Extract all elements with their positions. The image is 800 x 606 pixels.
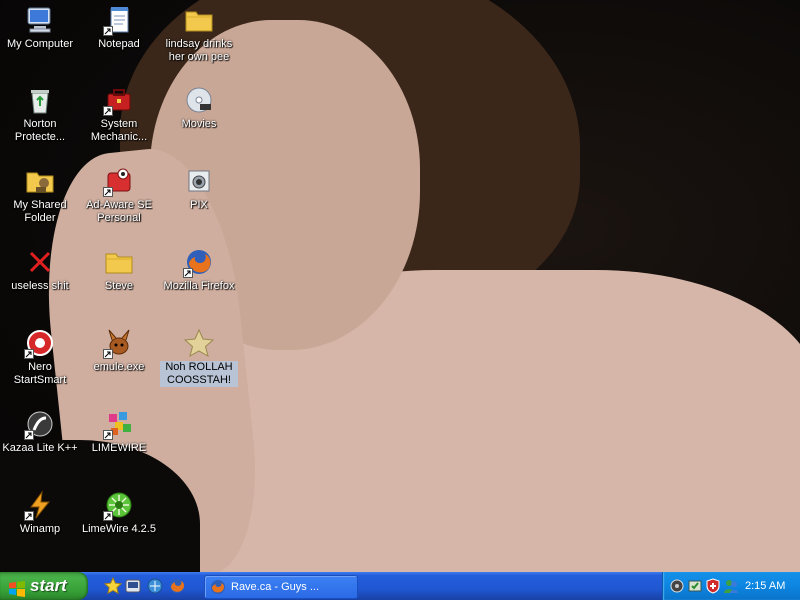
desktop-icon-label: useless shit bbox=[11, 280, 69, 292]
desktop-icon-notepad[interactable]: Notepad bbox=[80, 4, 158, 51]
desktop-icon-label: My Computer bbox=[6, 38, 74, 50]
shared-folder-icon bbox=[24, 165, 56, 197]
desktop-icon-norton[interactable]: Norton Protecte... bbox=[1, 84, 79, 144]
desktop-icon-winamp[interactable]: Winamp bbox=[1, 489, 79, 536]
desktop-icon-shared-folder[interactable]: My Shared Folder bbox=[1, 165, 79, 225]
shortcut-arrow-icon bbox=[24, 511, 34, 521]
folder-icon bbox=[183, 4, 215, 36]
desktop-icon-label: emule.exe bbox=[93, 361, 145, 373]
nero-icon bbox=[24, 327, 56, 359]
shield-icon[interactable] bbox=[705, 578, 721, 594]
start-label: start bbox=[30, 576, 67, 595]
folder-icon bbox=[103, 246, 135, 278]
windows-logo-icon bbox=[8, 578, 26, 597]
quicklaunch-media-icon[interactable] bbox=[124, 577, 142, 595]
desktop[interactable]: My Computer Norton Protecte... My Shared… bbox=[0, 0, 800, 572]
shortcut-arrow-icon bbox=[24, 430, 34, 440]
desktop-icon-label: Winamp bbox=[19, 523, 61, 535]
desktop-icon-label: Nero StartSmart bbox=[13, 361, 67, 386]
emule-icon bbox=[103, 327, 135, 359]
quicklaunch-ie-icon[interactable] bbox=[146, 577, 164, 595]
messenger-icon[interactable] bbox=[723, 578, 739, 594]
desktop-icon-system-mechanic[interactable]: System Mechanic... bbox=[80, 84, 158, 144]
computer-icon bbox=[24, 4, 56, 36]
taskbar: start Rave.ca - Guys ... 2:15 AM bbox=[0, 572, 800, 600]
desktop-icon-pix[interactable]: PIX bbox=[160, 165, 238, 212]
kazaa-icon bbox=[24, 408, 56, 440]
shortcut-arrow-icon bbox=[103, 349, 113, 359]
toolbox-icon bbox=[103, 84, 135, 116]
desktop-icon-label: LimeWire 4.2.5 bbox=[82, 523, 156, 535]
desktop-icon-kazaa[interactable]: Kazaa Lite K++ bbox=[1, 408, 79, 455]
desktop-icon-label: Ad-Aware SE Personal bbox=[86, 199, 152, 224]
desktop-icon-label: Mozilla Firefox bbox=[163, 280, 235, 292]
desktop-icon-label: LIMEWIRE bbox=[91, 442, 147, 454]
shortcut-arrow-icon bbox=[103, 106, 113, 116]
antivirus-icon[interactable] bbox=[687, 578, 703, 594]
desktop-icon-adaware[interactable]: Ad-Aware SE Personal bbox=[80, 165, 158, 225]
adaware-icon bbox=[103, 165, 135, 197]
winamp-icon bbox=[24, 489, 56, 521]
shortcut-arrow-icon bbox=[103, 430, 113, 440]
quicklaunch-star-icon[interactable] bbox=[104, 577, 122, 595]
desktop-icon-label: Kazaa Lite K++ bbox=[2, 442, 78, 454]
desktop-icon-my-computer[interactable]: My Computer bbox=[1, 4, 79, 51]
network-icon[interactable] bbox=[669, 578, 685, 594]
shortcut-arrow-icon bbox=[103, 187, 113, 197]
system-tray: 2:15 AM bbox=[662, 572, 800, 600]
desktop-icon-movies[interactable]: Movies bbox=[160, 84, 238, 131]
star-icon bbox=[183, 327, 215, 359]
quicklaunch-firefox-icon[interactable] bbox=[168, 577, 186, 595]
dvd-icon bbox=[183, 84, 215, 116]
camera-icon bbox=[183, 165, 215, 197]
desktop-icon-label: System Mechanic... bbox=[90, 118, 148, 143]
desktop-icon-nero[interactable]: Nero StartSmart bbox=[1, 327, 79, 387]
desktop-icon-label: Steve bbox=[104, 280, 134, 292]
desktop-icon-limewire-cubes[interactable]: LIMEWIRE bbox=[80, 408, 158, 455]
limewire-icon bbox=[103, 489, 135, 521]
shortcut-arrow-icon bbox=[183, 268, 193, 278]
desktop-icon-label: Movies bbox=[181, 118, 217, 130]
desktop-icon-useless[interactable]: useless shit bbox=[1, 246, 79, 293]
shortcut-arrow-icon bbox=[103, 511, 113, 521]
clock[interactable]: 2:15 AM bbox=[745, 572, 785, 600]
shortcut-arrow-icon bbox=[24, 349, 34, 359]
notepad-icon bbox=[103, 4, 135, 36]
desktop-icon-firefox[interactable]: Mozilla Firefox bbox=[160, 246, 238, 293]
desktop-icon-label: PIX bbox=[190, 199, 208, 211]
desktop-icon-label: Noh ROLLAH COOSSTAH! bbox=[160, 361, 238, 387]
desktop-icon-label: Norton Protecte... bbox=[14, 118, 66, 143]
desktop-icon-limewire[interactable]: LimeWire 4.2.5 bbox=[80, 489, 158, 536]
firefox-icon bbox=[210, 579, 226, 595]
recycle-bin-icon bbox=[24, 84, 56, 116]
red-x-icon bbox=[24, 246, 56, 278]
desktop-icon-rollah-coosstah[interactable]: Noh ROLLAH COOSSTAH! bbox=[160, 327, 238, 387]
firefox-icon bbox=[183, 246, 215, 278]
limewire-cubes-icon bbox=[103, 408, 135, 440]
shortcut-arrow-icon bbox=[103, 26, 113, 36]
taskbar-button-rave[interactable]: Rave.ca - Guys ... bbox=[204, 575, 358, 599]
desktop-icon-emule[interactable]: emule.exe bbox=[80, 327, 158, 374]
desktop-icon-label: My Shared Folder bbox=[13, 199, 67, 224]
start-button[interactable]: start bbox=[0, 572, 88, 600]
desktop-icon-lindsay-folder[interactable]: lindsay drinks her own pee bbox=[160, 4, 238, 64]
desktop-icon-label: lindsay drinks her own pee bbox=[165, 38, 233, 63]
taskbar-button-label: Rave.ca - Guys ... bbox=[231, 581, 320, 593]
desktop-icon-label: Notepad bbox=[98, 38, 140, 50]
desktop-icon-steve[interactable]: Steve bbox=[80, 246, 158, 293]
